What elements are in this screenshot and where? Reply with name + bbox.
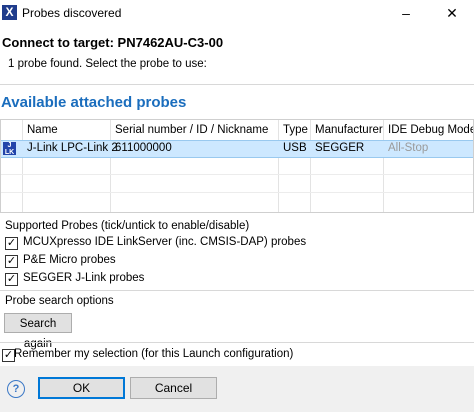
app-icon: X — [2, 5, 17, 20]
column-header-name[interactable]: Name — [27, 124, 58, 136]
column-header-serial[interactable]: Serial number / ID / Nickname — [115, 124, 268, 136]
supported-probes-label: Supported Probes (tick/untick to enable/… — [5, 220, 250, 232]
cell-type: USB — [283, 142, 307, 154]
checkbox-label: MCUXpresso IDE LinkServer (inc. CMSIS-DA… — [23, 236, 307, 248]
available-probes-title: Available attached probes — [1, 94, 187, 111]
cancel-button[interactable]: Cancel — [130, 377, 217, 399]
cell-name: J-Link LPC-Link 2 — [27, 142, 118, 154]
row-gridline — [1, 174, 473, 175]
column-divider — [310, 120, 311, 212]
dialog-footer: ? OK Cancel — [0, 366, 474, 412]
cell-debug-mode: All-Stop — [388, 142, 429, 154]
divider — [0, 290, 474, 291]
search-again-button[interactable]: Search again — [4, 313, 72, 350]
checkbox-box[interactable]: ✓ — [5, 255, 18, 268]
checkbox-box[interactable]: ✓ — [5, 273, 18, 286]
help-icon[interactable]: ? — [7, 380, 25, 398]
close-button[interactable]: ✕ — [432, 2, 472, 24]
table-row[interactable]: J LK J-Link LPC-Link 2 611000000 USB SEGG… — [1, 140, 473, 158]
table-header: Name Serial number / ID / Nickname Type … — [1, 120, 473, 141]
probes-table[interactable]: Name Serial number / ID / Nickname Type … — [0, 119, 474, 213]
checkbox-label: P&E Micro probes — [23, 254, 116, 266]
checkbox-box[interactable]: ✓ — [5, 237, 18, 250]
cell-manufacturer: SEGGER — [315, 142, 365, 154]
probe-search-options-label: Probe search options — [5, 295, 114, 307]
cell-serial: 611000000 — [115, 142, 172, 154]
row-gridline — [1, 192, 473, 193]
jlink-probe-icon: J LK — [3, 142, 16, 156]
column-divider — [278, 120, 279, 212]
column-header-type[interactable]: Type — [283, 124, 308, 136]
ok-button[interactable]: OK — [38, 377, 125, 399]
column-header-debug-mode[interactable]: IDE Debug Mode — [388, 124, 473, 136]
title-bar: X Probes discovered – ✕ — [0, 0, 474, 27]
connect-title: Connect to target: PN7462AU-C3-00 — [2, 35, 224, 50]
checkbox-label: SEGGER J-Link probes — [23, 272, 145, 284]
divider — [0, 342, 474, 343]
column-divider — [22, 120, 23, 212]
column-divider — [383, 120, 384, 212]
divider — [0, 84, 474, 85]
column-header-manufacturer[interactable]: Manufacturer — [315, 124, 383, 136]
probe-found-text: 1 probe found. Select the probe to use: — [8, 58, 207, 70]
column-divider — [110, 120, 111, 212]
remember-selection-label: Remember my selection (for this Launch c… — [14, 348, 294, 360]
window-title: Probes discovered — [22, 6, 122, 20]
minimize-button[interactable]: – — [386, 2, 426, 24]
